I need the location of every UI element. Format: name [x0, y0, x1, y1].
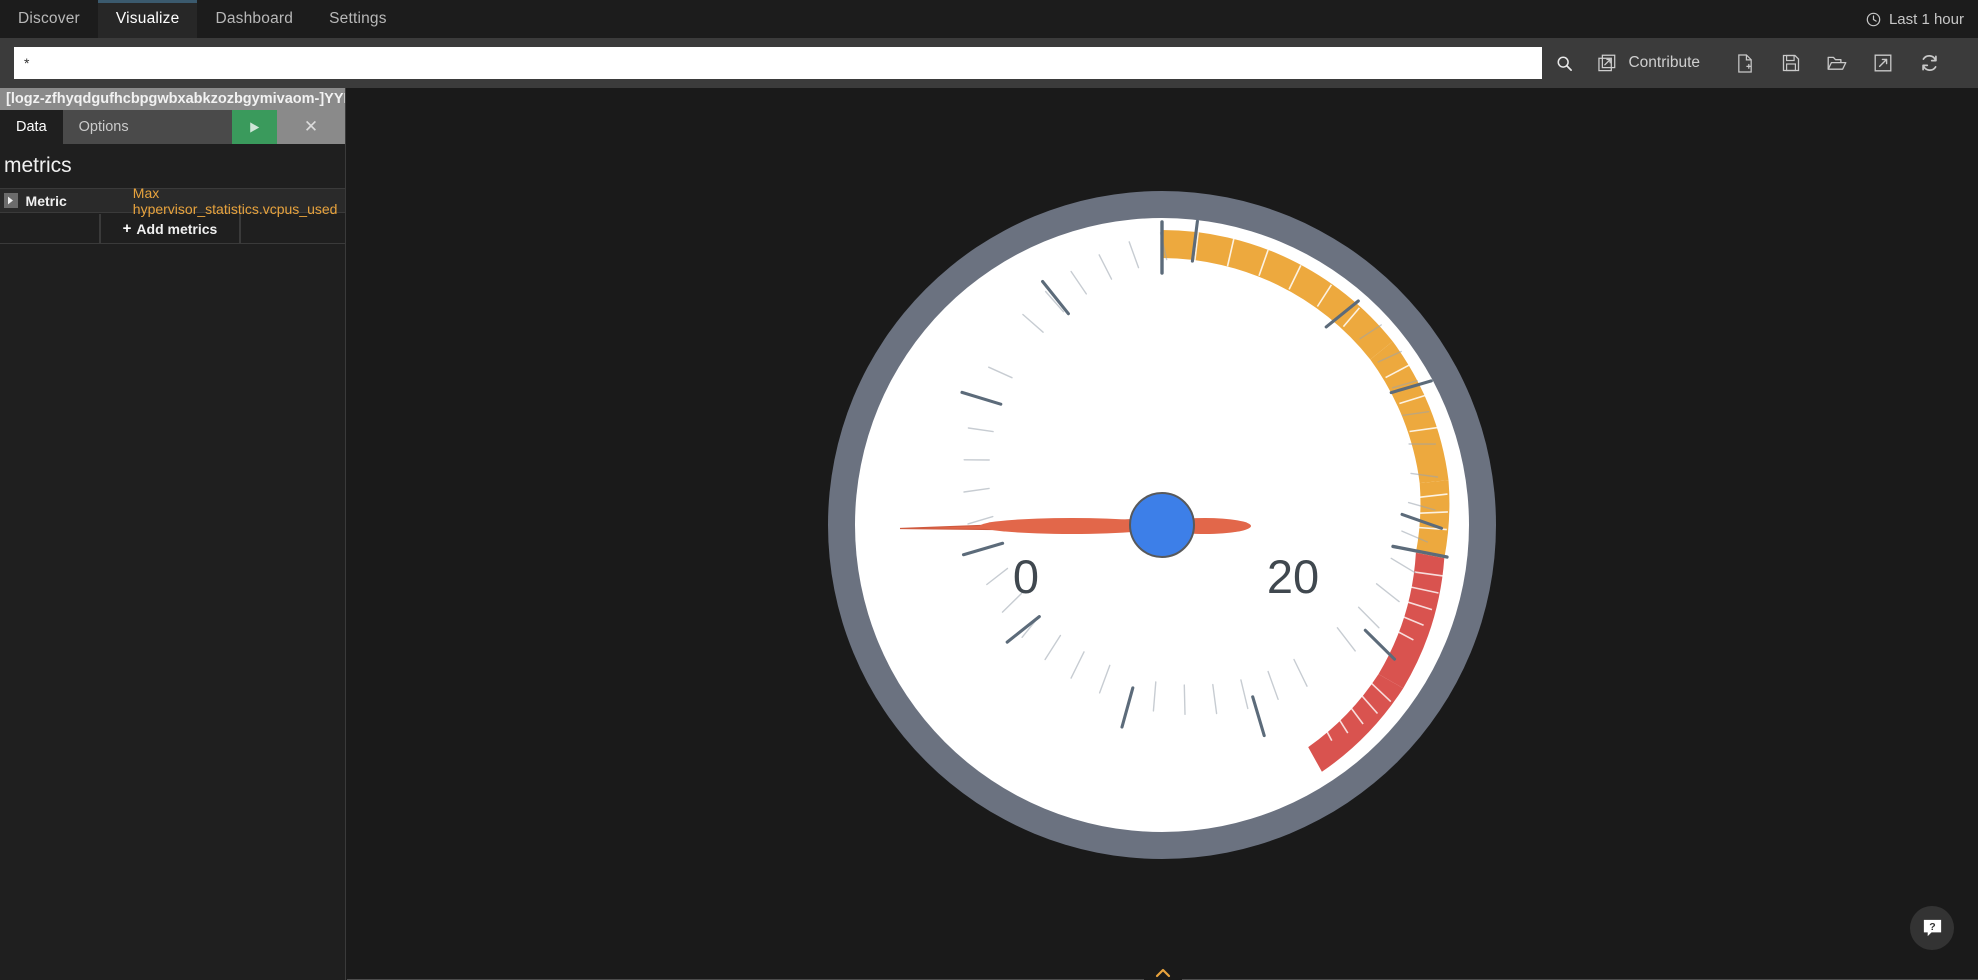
query-input-group [14, 47, 1586, 79]
metric-row-label: Metric [25, 192, 67, 209]
query-bar: Contribute [0, 38, 1978, 88]
visualization-toolbar: Contribute [1586, 38, 1978, 88]
search-icon [1557, 56, 1572, 71]
external-window-icon [1598, 54, 1616, 71]
help-button[interactable]: ? [1910, 906, 1954, 950]
nav-item-dashboard[interactable]: Dashboard [197, 0, 311, 38]
contribute-button[interactable]: Contribute [1588, 54, 1722, 73]
sidebar-tab-row: Data Options ✕ [0, 110, 345, 144]
nav-label: Dashboard [215, 10, 294, 27]
panel-footer-bar [347, 956, 1978, 980]
tab-data[interactable]: Data [0, 110, 63, 144]
nav-item-settings[interactable]: Settings [311, 0, 405, 38]
open-folder-icon [1827, 56, 1847, 70]
nav-item-discover[interactable]: Discover [0, 0, 98, 38]
close-x-icon: ✕ [303, 117, 319, 136]
top-navigation-bar: Discover Visualize Dashboard Settings La… [0, 0, 1978, 38]
external-link-icon [1874, 54, 1892, 72]
help-question-icon: ? [1923, 919, 1941, 936]
collapse-panel-toggle[interactable] [1144, 968, 1182, 980]
contribute-label: Contribute [1628, 54, 1700, 71]
editor-sidebar: [logz-zfhyqdgufhcbpgwbxabkzozbgymivaom-]… [0, 88, 346, 980]
time-range-label: Last 1 hour [1888, 10, 1964, 28]
apply-changes-button[interactable] [232, 110, 277, 144]
visualization-panel: 0 20 ? [347, 88, 1978, 980]
add-row-right-filler [240, 214, 345, 244]
clock-icon [1866, 12, 1881, 26]
nav-label: Settings [329, 10, 387, 27]
floppy-save-icon [1782, 54, 1800, 72]
search-submit-button[interactable] [1542, 47, 1586, 79]
refresh-button[interactable] [1906, 38, 1952, 88]
nav-label: Discover [18, 10, 80, 27]
gauge-center-hub [1129, 492, 1195, 558]
gauge-tick-label-mid: 20 [1267, 550, 1319, 603]
save-visualization-button[interactable] [1768, 38, 1814, 88]
add-row-left-filler [0, 214, 100, 244]
svg-text:?: ? [1929, 921, 1935, 933]
tab-label: Data [16, 119, 47, 135]
plus-icon: + [122, 220, 132, 237]
nav-label: Visualize [115, 10, 180, 27]
add-metrics-row: + Add metrics [0, 214, 345, 244]
refresh-icon [1921, 55, 1937, 71]
add-metrics-button[interactable]: + Add metrics [100, 214, 240, 244]
nav-item-visualize[interactable]: Visualize [97, 0, 198, 38]
search-input[interactable] [14, 47, 1542, 79]
chevron-up-icon [1155, 968, 1170, 978]
share-visualization-button[interactable] [1860, 38, 1906, 88]
metric-aggregation-row[interactable]: Metric Max hypervisor_statistics.vcpus_u… [0, 185, 345, 217]
metrics-section-title: metrics [4, 154, 72, 177]
gauge-chart: 0 20 [347, 88, 1978, 956]
tab-action-group: ✕ [232, 110, 345, 144]
time-range-picker[interactable]: Last 1 hour [1856, 0, 1978, 38]
play-triangle-icon [250, 121, 260, 133]
gauge-svg: 0 20 [828, 191, 1496, 859]
gauge-tick-label-min: 0 [1013, 550, 1039, 603]
tab-label: Options [78, 119, 129, 135]
open-visualization-button[interactable] [1814, 38, 1860, 88]
add-metrics-label: Add metrics [136, 220, 218, 237]
new-document-icon [1738, 53, 1752, 73]
tab-options[interactable]: Options [63, 110, 145, 144]
metric-row-value: Max hypervisor_statistics.vcpus_used [132, 184, 338, 217]
new-visualization-button[interactable] [1722, 38, 1768, 88]
caret-right-icon[interactable] [4, 193, 18, 208]
discard-changes-button[interactable]: ✕ [277, 110, 345, 144]
index-pattern-label: [logz-zfhyqdgufhcbpgwbxabkzozbgymivaom-]… [0, 88, 345, 110]
